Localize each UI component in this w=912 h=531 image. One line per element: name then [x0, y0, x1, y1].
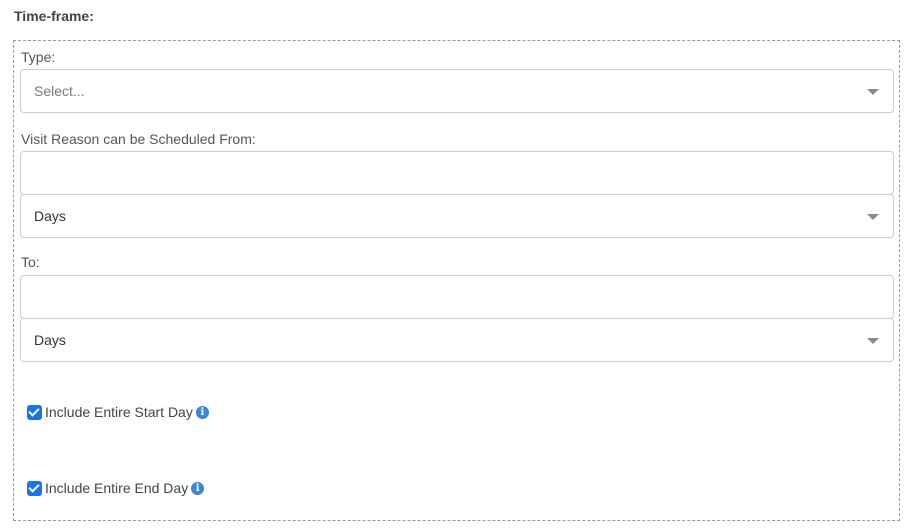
from-unit-select[interactable]: Days: [20, 194, 894, 238]
include-start-day-checkbox[interactable]: [27, 404, 42, 420]
chevron-down-icon: [867, 89, 879, 95]
include-end-day-label[interactable]: Include Entire End Day: [45, 480, 188, 496]
chevron-down-icon: [867, 338, 879, 344]
to-value-input[interactable]: [20, 275, 894, 319]
info-icon[interactable]: i: [191, 481, 205, 495]
to-unit-value: Days: [34, 332, 66, 348]
to-label: To:: [21, 254, 40, 270]
to-unit-select[interactable]: Days: [20, 318, 894, 362]
include-start-day-label[interactable]: Include Entire Start Day: [45, 404, 193, 420]
include-end-day-checkbox[interactable]: [27, 480, 42, 496]
section-title: Time-frame:: [14, 8, 94, 24]
type-label: Type:: [21, 49, 56, 65]
from-label: Visit Reason can be Scheduled From:: [21, 131, 256, 147]
type-select-placeholder: Select...: [34, 83, 85, 99]
chevron-down-icon: [867, 214, 879, 220]
include-start-day-row: Include Entire Start Day i: [27, 402, 209, 422]
from-unit-value: Days: [34, 208, 66, 224]
include-end-day-row: Include Entire End Day i: [27, 478, 205, 498]
from-value-input[interactable]: [20, 151, 894, 195]
type-select[interactable]: Select...: [20, 69, 894, 113]
time-frame-fieldset: Type: Select... Visit Reason can be Sche…: [13, 40, 900, 521]
info-icon[interactable]: i: [195, 405, 209, 419]
